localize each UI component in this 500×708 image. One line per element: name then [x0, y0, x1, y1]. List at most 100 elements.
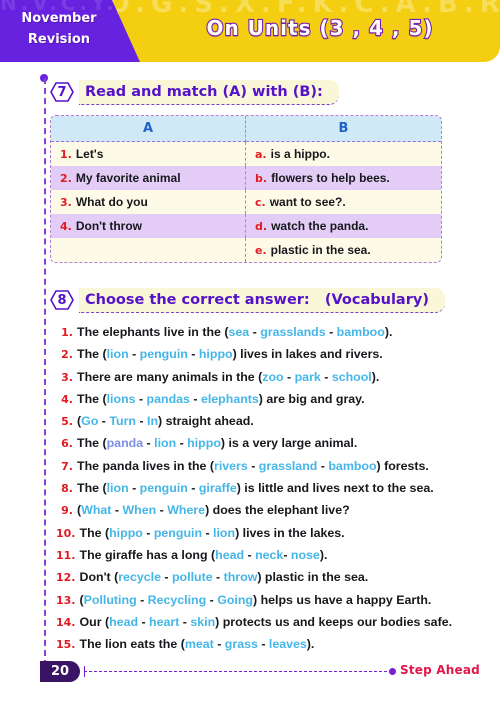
- match-cell-b[interactable]: b. flowers to help bees.: [246, 166, 441, 190]
- question-stem-after: ) protects us and keeps our bodies safe.: [215, 614, 453, 629]
- question-number: 12.: [56, 571, 76, 585]
- answer-option[interactable]: Recycling: [148, 593, 207, 607]
- banner-line-revision: Revision: [27, 32, 91, 47]
- answer-option[interactable]: sea: [228, 325, 249, 339]
- question-stem-before: The panda lives in the (: [77, 458, 215, 473]
- question-stem-before: The giraffe has a long (: [79, 547, 216, 562]
- answer-option[interactable]: When: [122, 503, 156, 517]
- match-cell-b[interactable]: c. want to see?.: [246, 190, 441, 214]
- question-number: 11.: [56, 548, 76, 562]
- question-number: 5.: [61, 415, 73, 429]
- answer-option[interactable]: heart: [149, 615, 179, 629]
- answer-option[interactable]: panda: [107, 436, 144, 450]
- match-text-a: Don't throw: [75, 219, 143, 233]
- answer-option[interactable]: grasslands: [260, 325, 325, 339]
- answer-option[interactable]: Go: [81, 414, 98, 428]
- list-item: 10. The (hippo - penguin - lion) lives in…: [56, 526, 456, 548]
- table-row: e. plastic in the sea.: [51, 238, 441, 262]
- answer-option[interactable]: hippo: [199, 347, 233, 361]
- option-separator: -: [187, 347, 199, 362]
- match-cell-b[interactable]: a. is a hippo.: [246, 142, 441, 166]
- answer-option[interactable]: grass: [225, 637, 258, 651]
- match-cell-b[interactable]: e. plastic in the sea.: [246, 238, 441, 262]
- list-item: 14. Our (head - heart - skin) protects us…: [56, 615, 456, 637]
- answer-option[interactable]: head: [109, 615, 138, 629]
- column-b-label: B: [338, 121, 349, 136]
- answer-option[interactable]: Going: [217, 593, 253, 607]
- answer-option[interactable]: throw: [224, 570, 258, 584]
- answer-option[interactable]: lions: [107, 392, 136, 406]
- match-text-b: plastic in the sea.: [270, 243, 371, 257]
- answer-option[interactable]: zoo: [262, 370, 283, 384]
- answer-option[interactable]: neck: [255, 548, 283, 562]
- answer-option[interactable]: lion: [154, 436, 176, 450]
- banner-text: November Revision: [0, 8, 118, 50]
- match-key-a: 1.: [60, 147, 72, 161]
- answer-option[interactable]: bamboo: [328, 459, 376, 473]
- list-item: 4. The (lions - pandas - elephants) are b…: [56, 392, 456, 414]
- exercise-7-number: 7: [57, 84, 67, 100]
- question-number: 2.: [61, 348, 73, 362]
- answer-option[interactable]: recycle: [118, 570, 161, 584]
- answer-option[interactable]: pollute: [172, 570, 213, 584]
- option-separator: -: [135, 391, 147, 406]
- match-cell-a[interactable]: 4. Don't throw: [51, 214, 246, 238]
- question-stem-after: ) helps us have a happy Earth.: [253, 592, 432, 607]
- answer-option[interactable]: bamboo: [337, 325, 385, 339]
- question-text: The (lion - penguin - giraffe) is little…: [77, 481, 434, 495]
- match-table-header-row: A B: [51, 116, 441, 142]
- answer-option[interactable]: lion: [213, 526, 235, 540]
- answer-option[interactable]: skin: [190, 615, 215, 629]
- answer-option[interactable]: hippo: [187, 436, 221, 450]
- answer-option[interactable]: head: [215, 548, 244, 562]
- answer-option[interactable]: lion: [107, 347, 129, 361]
- question-number: 13.: [56, 593, 76, 607]
- page-header: NO.Y.O.G.S.X.F.K.C.A.B.R.S.Y.K.A.E.B.N.O…: [0, 0, 500, 66]
- option-separator: -: [283, 369, 295, 384]
- answer-option[interactable]: elephants: [201, 392, 259, 406]
- table-row: 1. Let's a. is a hippo.: [51, 142, 441, 166]
- answer-option[interactable]: lion: [107, 481, 129, 495]
- list-item: 3. There are many animals in the (zoo - p…: [56, 370, 456, 392]
- match-cell-a[interactable]: 3. What do you: [51, 190, 246, 214]
- match-cell-a[interactable]: 2. My favorite animal: [51, 166, 246, 190]
- match-cell-a[interactable]: 1. Let's: [51, 142, 246, 166]
- answer-option[interactable]: Turn: [109, 414, 136, 428]
- question-text: (Go - Turn - In) straight ahead.: [77, 414, 254, 428]
- question-text: (Polluting - Recycling - Going) helps us…: [80, 593, 432, 607]
- match-text-a: What do you: [75, 195, 148, 209]
- answer-option[interactable]: In: [147, 414, 158, 428]
- question-text: The elephants live in the (sea - grassla…: [77, 325, 392, 339]
- answer-option[interactable]: Where: [167, 503, 205, 517]
- answer-option[interactable]: Polluting: [84, 593, 137, 607]
- question-number: 9.: [61, 504, 73, 518]
- answer-option[interactable]: park: [295, 370, 321, 384]
- answer-option[interactable]: leaves: [269, 637, 307, 651]
- answer-option[interactable]: rivers: [214, 459, 248, 473]
- match-key-b: e.: [255, 243, 267, 257]
- answer-option[interactable]: pandas: [147, 392, 190, 406]
- answer-option[interactable]: grassland: [259, 459, 318, 473]
- table-row: 3. What do you c. want to see?.: [51, 190, 441, 214]
- answer-option[interactable]: hippo: [109, 526, 143, 540]
- match-table-header-a: A: [51, 116, 246, 142]
- answer-option[interactable]: penguin: [154, 526, 202, 540]
- answer-option[interactable]: meat: [185, 637, 214, 651]
- answer-option[interactable]: school: [332, 370, 372, 384]
- option-separator: -: [249, 325, 261, 339]
- column-a-label: A: [142, 121, 154, 136]
- exercise-7-badge: 7: [50, 82, 74, 102]
- answer-option[interactable]: giraffe: [199, 481, 237, 495]
- question-text: The lion eats the (meat - grass - leaves…: [80, 637, 315, 651]
- question-text: The (panda - lion - hippo) is a very lar…: [77, 436, 357, 450]
- match-cell-a[interactable]: [51, 238, 246, 262]
- question-stem-before: The (: [77, 481, 107, 496]
- question-text: The (hippo - penguin - lion) lives in th…: [80, 526, 345, 540]
- option-separator: -: [212, 570, 224, 585]
- answer-option[interactable]: nose: [291, 548, 320, 562]
- answer-option[interactable]: penguin: [140, 347, 188, 361]
- table-row: 4. Don't throw d. watch the panda.: [51, 214, 441, 238]
- answer-option[interactable]: penguin: [140, 481, 188, 495]
- answer-option[interactable]: What: [81, 503, 111, 517]
- match-cell-b[interactable]: d. watch the panda.: [246, 214, 441, 238]
